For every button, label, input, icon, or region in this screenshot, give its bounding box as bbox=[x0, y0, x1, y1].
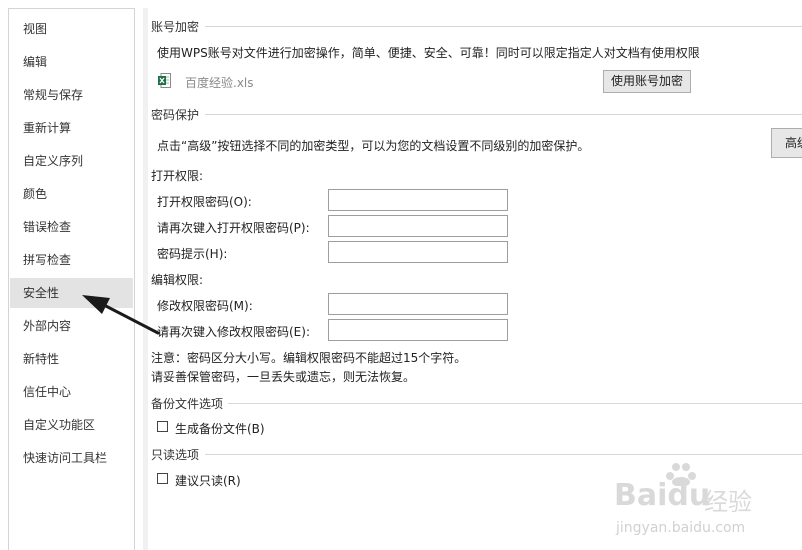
advanced-button[interactable]: 高级 bbox=[771, 128, 802, 158]
open-password-confirm-field[interactable] bbox=[328, 215, 508, 237]
baidu-jingyan-watermark: Baidu 经验 jingyan.baidu.com bbox=[612, 456, 762, 546]
edit-password-confirm-field[interactable] bbox=[328, 319, 508, 341]
backup-section-title: 备份文件选项 bbox=[151, 397, 224, 411]
edit-password-label: 修改权限密码(M): bbox=[157, 299, 253, 313]
backup-checkbox-label[interactable]: 生成备份文件(B) bbox=[175, 420, 265, 437]
sidebar-item-customize-ribbon[interactable]: 自定义功能区 bbox=[10, 410, 133, 440]
sidebar-item-general-save[interactable]: 常规与保存 bbox=[10, 80, 133, 110]
open-password-field[interactable] bbox=[328, 189, 508, 211]
password-hint-label: 密码提示(H): bbox=[157, 247, 228, 261]
open-password-label: 打开权限密码(O): bbox=[157, 195, 252, 209]
readonly-section-title: 只读选项 bbox=[151, 448, 200, 462]
account-filename: 百度经验.xls bbox=[185, 76, 254, 90]
readonly-section-rule bbox=[205, 454, 802, 455]
readonly-checkbox-label[interactable]: 建议只读(R) bbox=[175, 472, 241, 489]
account-encrypt-button[interactable]: 使用账号加密 bbox=[603, 70, 691, 93]
sidebar-item-new-features[interactable]: 新特性 bbox=[10, 344, 133, 374]
account-section-title: 账号加密 bbox=[151, 20, 200, 34]
password-section-rule bbox=[205, 114, 802, 115]
edit-password-field[interactable] bbox=[328, 293, 508, 315]
readonly-checkbox[interactable] bbox=[157, 473, 168, 484]
sidebar-item-view[interactable]: 视图 bbox=[10, 14, 133, 44]
sidebar-item-error-check[interactable]: 错误检查 bbox=[10, 212, 133, 242]
sidebar-item-colors[interactable]: 颜色 bbox=[10, 179, 133, 209]
sidebar-item-external-content[interactable]: 外部内容 bbox=[10, 311, 133, 341]
sidebar-item-trust-center[interactable]: 信任中心 bbox=[10, 377, 133, 407]
sidebar-item-recalculate[interactable]: 重新计算 bbox=[10, 113, 133, 143]
edit-permission-heading: 编辑权限: bbox=[151, 273, 204, 287]
password-note-line2: 请妥善保管密码，一旦丢失或遗忘，则无法恢复。 bbox=[151, 370, 416, 384]
open-permission-heading: 打开权限: bbox=[151, 169, 204, 183]
watermark-url: jingyan.baidu.com bbox=[616, 520, 746, 536]
panel-divider bbox=[143, 8, 148, 550]
password-description: 点击“高级”按钮选择不同的加密类型，可以为您的文档设置不同级别的加密保护。 bbox=[157, 139, 590, 153]
watermark-brand-cn: 经验 bbox=[704, 488, 752, 516]
edit-password-confirm-label: 请再次键入修改权限密码(E): bbox=[157, 325, 310, 339]
backup-checkbox[interactable] bbox=[157, 421, 168, 432]
password-hint-field[interactable] bbox=[328, 241, 508, 263]
account-description: 使用WPS账号对文件进行加密操作，简单、便捷、安全、可靠！同时可以限定指定人对文… bbox=[157, 46, 700, 60]
watermark-brand: Baidu bbox=[614, 478, 711, 513]
sidebar-item-spell-check[interactable]: 拼写检查 bbox=[10, 245, 133, 275]
backup-section-rule bbox=[228, 403, 802, 404]
account-section-rule bbox=[205, 26, 802, 27]
sidebar-item-custom-lists[interactable]: 自定义序列 bbox=[10, 146, 133, 176]
options-sidebar: 视图 编辑 常规与保存 重新计算 自定义序列 颜色 错误检查 拼写检查 安全性 … bbox=[8, 8, 135, 550]
sidebar-item-quick-access-toolbar[interactable]: 快速访问工具栏 bbox=[10, 443, 133, 473]
xls-file-icon bbox=[158, 73, 171, 88]
password-section-title: 密码保护 bbox=[151, 108, 200, 122]
sidebar-item-edit[interactable]: 编辑 bbox=[10, 47, 133, 77]
password-note-line1: 注意：密码区分大小写。编辑权限密码不能超过15个字符。 bbox=[151, 351, 467, 365]
open-password-confirm-label: 请再次键入打开权限密码(P): bbox=[157, 221, 310, 235]
sidebar-item-security[interactable]: 安全性 bbox=[10, 278, 133, 308]
